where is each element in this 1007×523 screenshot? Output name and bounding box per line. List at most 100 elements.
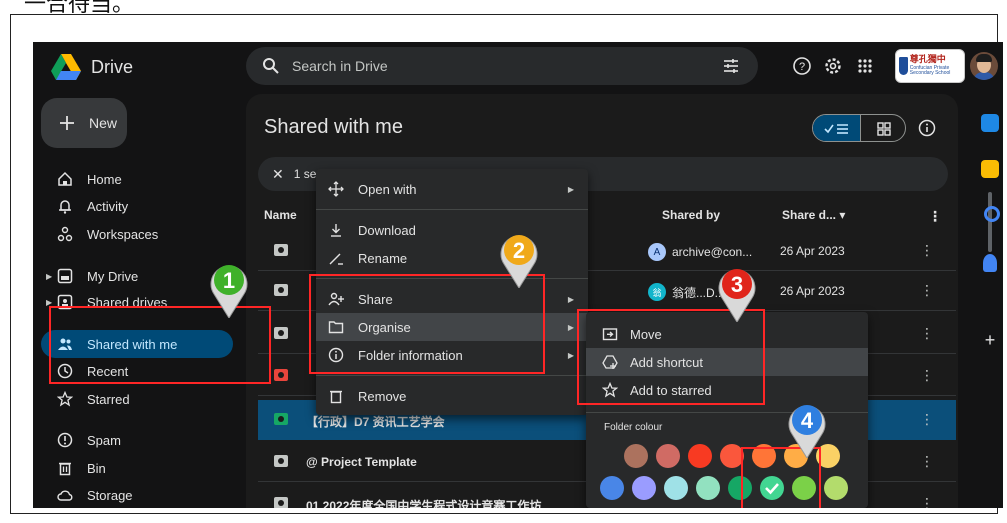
download-icon <box>331 224 341 237</box>
menu-item-rename[interactable]: Rename <box>316 244 588 272</box>
folder-colour-label: Folder colour <box>604 422 663 433</box>
colour-swatch[interactable] <box>664 476 688 500</box>
row-more-icon[interactable]: ⋮ <box>920 325 934 342</box>
search-options-icon[interactable] <box>722 57 740 75</box>
colour-swatch[interactable] <box>624 444 648 468</box>
menu-item-label: Open with <box>358 181 417 197</box>
step-marker-3-icon: 3 <box>718 269 756 322</box>
colour-swatch[interactable] <box>656 444 680 468</box>
school-name-en: Confucian Private Secondary School <box>909 65 951 76</box>
sidebar-item-label: My Drive <box>87 268 139 284</box>
account-avatar[interactable] <box>970 52 998 80</box>
menu-item-download[interactable]: Download <box>316 216 588 244</box>
menu-item-open-with[interactable]: Open with ▶ <box>316 175 588 203</box>
sidebar-item-activity[interactable]: Activity <box>41 192 233 220</box>
sidebar-item-label: Starred <box>87 391 130 407</box>
contacts-icon[interactable] <box>983 254 997 272</box>
row-more-icon[interactable]: ⋮ <box>920 411 934 428</box>
svg-text:3: 3 <box>731 272 743 297</box>
sidebar-item-my-drive[interactable]: ▶ My Drive <box>41 262 233 290</box>
row-more-icon[interactable]: ⋮ <box>920 282 934 299</box>
selection-count: 1 se <box>293 167 317 181</box>
shared-folder-icon <box>274 284 288 296</box>
list-view-button[interactable] <box>813 115 860 141</box>
svg-text:1: 1 <box>223 268 235 293</box>
row-more-icon[interactable]: ⋮ <box>920 495 934 508</box>
details-info-icon[interactable] <box>918 119 936 137</box>
submenu-arrow-icon: ▶ <box>567 322 574 332</box>
help-icon[interactable]: ? <box>792 56 812 76</box>
shared-by-cell: Aarchive@con... <box>648 243 752 261</box>
row-more-icon[interactable]: ⋮ <box>920 367 934 384</box>
open-with-icon <box>328 181 344 197</box>
page-title: Shared with me <box>264 116 403 138</box>
school-logo[interactable]: 尊孔獨中 Confucian Private Secondary School <box>895 49 965 83</box>
search-box[interactable]: Search in Drive <box>246 47 758 85</box>
keep-icon[interactable] <box>981 160 999 178</box>
submenu-arrow-icon: ▶ <box>567 294 574 304</box>
get-addons-icon[interactable]: + <box>981 331 999 349</box>
sidebar-item-label: Spam <box>87 432 121 448</box>
scrollbar[interactable] <box>988 192 992 252</box>
new-button[interactable]: New <box>41 98 127 148</box>
school-name-cn: 尊孔獨中 <box>909 55 946 65</box>
menu-item-label: Download <box>358 222 416 238</box>
sidebar-item-label: Home <box>87 171 122 187</box>
shared-folder-icon <box>274 369 288 381</box>
row-more-icon[interactable]: ⋮ <box>920 242 934 259</box>
list-view-icon <box>823 124 848 134</box>
search-placeholder: Search in Drive <box>292 58 388 74</box>
plus-icon <box>60 116 74 130</box>
user-badge: A <box>648 243 666 261</box>
sidebar-item-label: Storage <box>87 487 133 503</box>
menu-item-remove[interactable]: Remove <box>316 382 588 410</box>
home-icon <box>58 171 72 186</box>
clear-selection-icon[interactable]: ✕ <box>272 166 284 183</box>
column-options-icon[interactable]: ⋮ <box>928 208 942 225</box>
column-header-name[interactable]: Name <box>264 208 297 222</box>
svg-text:4: 4 <box>801 408 814 433</box>
shared-folder-icon <box>274 497 288 508</box>
trash-icon <box>330 390 342 404</box>
grid-view-button[interactable] <box>860 115 905 141</box>
menu-item-label: Rename <box>358 250 408 266</box>
shared-by-text: archive@con... <box>672 245 753 259</box>
screenshot-frame: Drive Search in Drive ? 尊孔獨中 Confucian P… <box>10 14 1003 514</box>
shared-by-cell: 翁翁德...D... <box>648 283 725 301</box>
column-header-shared-by[interactable]: Shared by <box>662 208 720 222</box>
svg-text:?: ? <box>799 61 805 73</box>
expand-caret-icon[interactable]: ▶ <box>46 272 52 281</box>
tasks-icon[interactable] <box>984 206 1000 222</box>
school-crest-icon <box>899 57 908 75</box>
apps-grid-icon[interactable] <box>855 56 875 76</box>
annotation-box-3 <box>577 309 765 405</box>
colour-swatch[interactable] <box>600 476 624 500</box>
rename-icon <box>329 253 343 265</box>
file-name: @ Project Template <box>306 455 417 469</box>
my-drive-icon <box>57 268 73 284</box>
sidebar-item-starred[interactable]: Starred <box>41 385 233 413</box>
trash-icon <box>59 462 71 476</box>
colour-swatch[interactable] <box>824 476 848 500</box>
submenu-arrow-icon: ▶ <box>567 350 574 360</box>
sidebar-item-spam[interactable]: Spam <box>41 426 233 454</box>
svg-text:2: 2 <box>513 238 525 263</box>
bell-icon <box>59 200 71 214</box>
drive-logo[interactable]: Drive <box>51 54 133 80</box>
colour-swatch[interactable] <box>632 476 656 500</box>
settings-icon[interactable] <box>823 56 843 76</box>
view-toggle[interactable] <box>812 114 906 142</box>
sidebar-item-home[interactable]: Home <box>41 165 233 193</box>
sidebar-item-bin[interactable]: Bin <box>41 454 233 482</box>
colour-swatch[interactable] <box>696 476 720 500</box>
file-name: 【行政】D7 资讯工艺学会 <box>306 415 445 429</box>
sidebar-item-workspaces[interactable]: Workspaces <box>41 220 233 248</box>
step-marker-4-icon: 4 <box>788 405 826 458</box>
row-more-icon[interactable]: ⋮ <box>920 453 934 470</box>
sidebar-item-storage[interactable]: Storage <box>41 481 233 508</box>
column-header-share-date[interactable]: Share d... ▾ <box>782 208 845 222</box>
workspaces-icon <box>57 226 73 242</box>
calendar-icon[interactable] <box>981 114 999 132</box>
new-button-label: New <box>89 115 118 131</box>
colour-swatch[interactable] <box>688 444 712 468</box>
